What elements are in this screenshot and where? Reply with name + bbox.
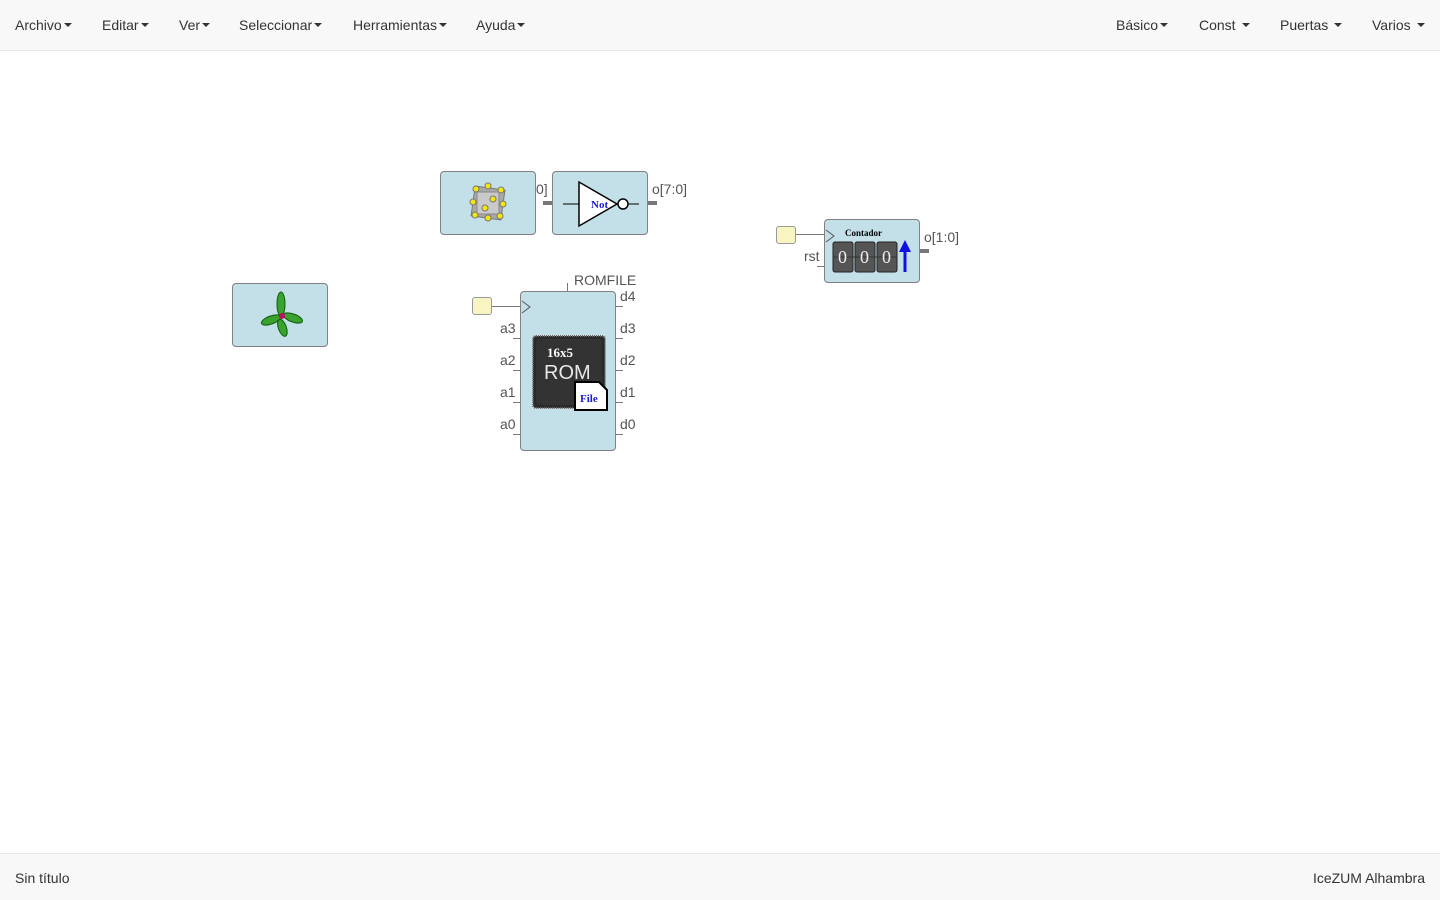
fan-block[interactable] [232, 283, 328, 347]
caret-down-icon [517, 23, 526, 27]
rom-output-d1: d1 [620, 384, 636, 400]
random-block[interactable] [440, 171, 536, 235]
rom-port-d1[interactable] [616, 402, 623, 403]
caret-down-icon [314, 23, 323, 27]
menu-const[interactable]: Const [1199, 0, 1250, 50]
rom-input-a2: a2 [500, 352, 516, 368]
menu-herramientas[interactable]: Herramientas [353, 0, 448, 50]
not-gate-output-port[interactable] [648, 201, 657, 205]
menu-ver-label: Ver [179, 17, 201, 33]
caret-down-icon [1241, 23, 1250, 27]
rom-file-text: File [580, 393, 598, 405]
menu-basico-label: Básico [1116, 17, 1159, 33]
rom-chip-text: ROM [544, 362, 591, 384]
caret-down-icon [1416, 23, 1425, 27]
rom-input-a0: a0 [500, 416, 516, 432]
menu-const-label: Const [1199, 17, 1236, 33]
menu-varios[interactable]: Varios [1372, 0, 1425, 50]
rom-input-a3: a3 [500, 320, 516, 336]
rom-port-a0[interactable] [513, 434, 520, 435]
menu-editar-label: Editar [102, 17, 139, 33]
counter-clk-input[interactable] [776, 226, 796, 244]
rom-port-d2[interactable] [616, 370, 623, 371]
counter-digit-3: 0 [882, 247, 891, 267]
not-gate-icon: Not [563, 180, 639, 228]
rom-port-a3[interactable] [513, 338, 520, 339]
counter-output-port[interactable] [920, 249, 929, 253]
counter-output-label: o[1:0] [924, 229, 960, 245]
rom-chip-icon: 16x5 ROM File [521, 300, 608, 411]
counter-icon: Contador 0 0 0 [825, 228, 911, 273]
caret-down-icon [140, 23, 149, 27]
menu-ayuda-label: Ayuda [476, 17, 516, 33]
counter-digit-2: 0 [860, 247, 869, 267]
status-footer: Sin título IceZUM Alhambra [0, 853, 1440, 900]
not-gate-text: Not [591, 199, 608, 211]
menu-archivo[interactable]: Archivo [15, 0, 72, 50]
menu-seleccionar-label: Seleccionar [239, 17, 313, 33]
menu-herramientas-label: Herramientas [353, 17, 438, 33]
random-block-output-label: 0] [536, 181, 548, 197]
rom-port-d3[interactable] [616, 338, 623, 339]
rom-param-wire [567, 283, 568, 291]
counter-rst-port[interactable] [817, 266, 824, 267]
caret-down-icon [1334, 23, 1343, 27]
rom-port-a2[interactable] [513, 370, 520, 371]
rom-block[interactable]: 16x5 ROM File [520, 291, 616, 451]
rom-port-d4[interactable] [616, 306, 623, 307]
rom-input-a1: a1 [500, 384, 516, 400]
menu-puertas-label: Puertas [1280, 17, 1329, 33]
rom-clk-input[interactable] [472, 297, 492, 315]
counter-rst-label: rst [804, 248, 820, 264]
menu-editar[interactable]: Editar [102, 0, 149, 50]
rom-port-a1[interactable] [513, 402, 520, 403]
rom-clk-wire [492, 306, 522, 307]
cube-icon [469, 182, 507, 222]
top-navbar: Archivo Editar Ver Seleccionar Herramien… [0, 0, 1440, 51]
menu-puertas[interactable]: Puertas [1280, 0, 1343, 50]
filename-label: Sin título [15, 870, 70, 886]
fan-icon [261, 291, 303, 337]
not-gate-output-label: o[7:0] [652, 181, 688, 197]
caret-down-icon [202, 23, 211, 27]
counter-title: Contador [845, 228, 882, 238]
rom-port-d0[interactable] [616, 434, 623, 435]
rom-output-d0: d0 [620, 416, 636, 432]
counter-clk-wire [796, 234, 826, 235]
rom-output-d3: d3 [620, 320, 636, 336]
menu-seleccionar[interactable]: Seleccionar [239, 0, 323, 50]
rom-chip-size: 16x5 [547, 345, 574, 360]
menu-archivo-label: Archivo [15, 17, 62, 33]
random-block-output-port[interactable] [543, 201, 552, 205]
rom-output-d4: d4 [620, 288, 636, 304]
menu-basico[interactable]: Básico [1116, 0, 1169, 50]
rom-param-label: ROMFILE [574, 272, 637, 288]
caret-down-icon [1160, 23, 1169, 27]
not-gate-block[interactable]: Not [552, 171, 648, 235]
menu-ayuda[interactable]: Ayuda [476, 0, 526, 50]
menu-ver[interactable]: Ver [179, 0, 211, 50]
caret-down-icon [63, 23, 72, 27]
circuit-canvas[interactable]: 0] Not o[7:0] rst Contador 0 0 0 o[1:0] … [0, 51, 1440, 853]
counter-block[interactable]: Contador 0 0 0 [824, 219, 920, 283]
rom-output-d2: d2 [620, 352, 636, 368]
counter-digit-1: 0 [838, 247, 847, 267]
board-selector[interactable]: IceZUM Alhambra [1313, 870, 1425, 886]
caret-down-icon [439, 23, 448, 27]
menu-varios-label: Varios [1372, 17, 1411, 33]
